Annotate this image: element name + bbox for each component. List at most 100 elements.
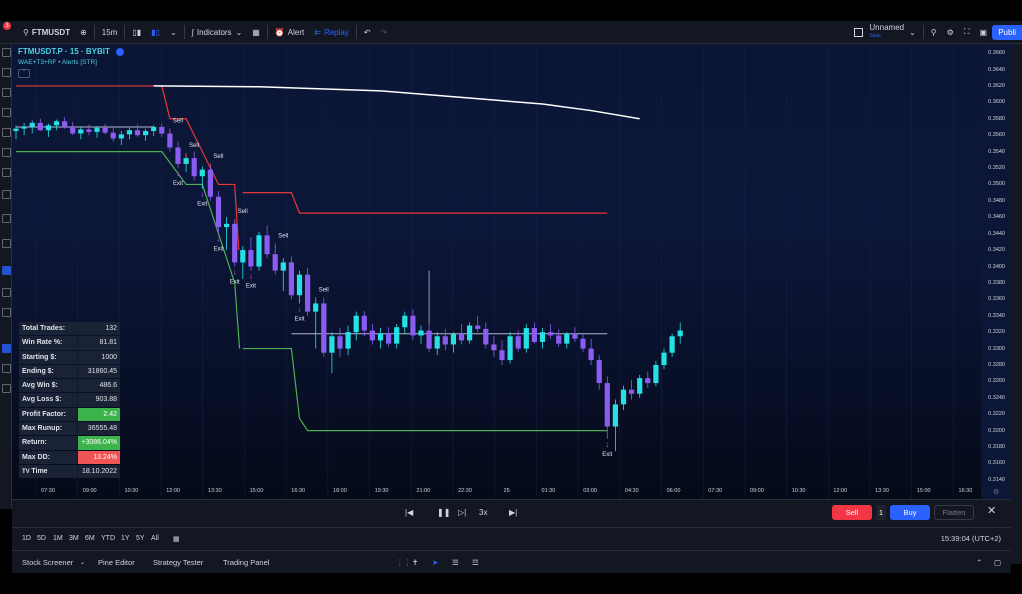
time-axis[interactable]: 07:30 09:00 10:30 12:00 13:30 15:00 16:30 18:00…	[12, 486, 981, 498]
fullscreen-button[interactable]: ⛶	[959, 21, 975, 43]
interval-button[interactable]: 15m	[97, 21, 123, 43]
price-axis[interactable]: 0.3660 0.3640 0.3620 0.3600 0.3580 0.3560 0.35…	[981, 44, 1011, 499]
maximize-icon[interactable]: ▢	[994, 558, 1001, 567]
settings-button[interactable]: ⚙	[942, 21, 959, 43]
candle-body	[572, 333, 578, 339]
range-6m[interactable]: 6M	[85, 535, 95, 542]
crosshair-icon[interactable]: ✝	[412, 558, 418, 567]
bar-style-button[interactable]: ▯▮	[127, 21, 146, 43]
quick-search-button[interactable]: ⚲	[926, 21, 942, 43]
range-5y[interactable]: 5Y	[136, 535, 145, 542]
publish-button[interactable]: Publi	[992, 25, 1022, 40]
stats-row: TV Time 18.10.2022	[19, 464, 120, 479]
ruler-icon[interactable]	[2, 214, 11, 223]
symbol-label: FTMUSDT	[31, 27, 71, 37]
text-icon[interactable]	[2, 128, 11, 137]
stats-row: Max DD: 13.24%	[19, 450, 120, 464]
candle-body	[118, 134, 124, 139]
stats-label: Avg Loss $:	[19, 393, 77, 407]
close-replay-icon[interactable]: ✕	[987, 504, 996, 517]
step-forward-icon[interactable]: ▷|	[458, 508, 466, 517]
zoom-in-icon[interactable]	[2, 239, 11, 248]
cursor-icon[interactable]: ➤	[432, 558, 438, 567]
axis-settings-icon[interactable]: ⚙	[993, 488, 999, 496]
range-all[interactable]: All	[151, 535, 159, 542]
symbol-search-button[interactable]: ⚲ FTMUSDT	[18, 21, 75, 43]
jump-to-realtime-icon[interactable]: ▶|	[509, 508, 517, 517]
chevron-up-icon: ˆ	[23, 70, 25, 76]
tab-pine-editor[interactable]: Pine Editor	[98, 558, 135, 567]
layout-name-button[interactable]: Unnamed Save ⌄	[849, 21, 920, 43]
candle-body	[353, 315, 359, 333]
prediction-icon[interactable]	[2, 168, 11, 177]
trash-icon[interactable]	[2, 364, 11, 373]
goto-date-icon[interactable]: ▦	[173, 535, 180, 543]
candle-body	[78, 129, 84, 134]
objects-tree-icon[interactable]	[2, 344, 11, 353]
buy-button[interactable]: Buy	[890, 505, 930, 520]
chart-type-dropdown[interactable]: ⌄	[165, 21, 182, 43]
notification-badge[interactable]: 3	[3, 22, 11, 30]
shapes-icon[interactable]	[2, 190, 11, 199]
range-1m[interactable]: 1M	[53, 535, 63, 542]
alert-button[interactable]: ⏰ Alert	[270, 21, 309, 43]
candle-body	[369, 330, 375, 341]
eye-icon[interactable]	[2, 308, 11, 317]
tab-stock-screener[interactable]: Stock Screener	[22, 558, 73, 567]
lock-icon[interactable]	[2, 288, 11, 297]
crosshair-icon[interactable]	[2, 48, 11, 57]
undo-button[interactable]: ↶	[359, 21, 376, 43]
candle-body	[224, 223, 230, 228]
chart-pane[interactable]: Sell ↓ Sell ↓ Sell ↓ Sell ↓ Sell ↓ Sell ↓ ↓ Exit ↓ Exit…	[12, 44, 981, 499]
range-1y[interactable]: 1Y	[121, 535, 130, 542]
compare-symbol-button[interactable]: ⊕	[75, 21, 92, 43]
price-tick: 0.3440	[988, 230, 1005, 237]
tab-strategy-tester[interactable]: Strategy Tester	[153, 558, 203, 567]
chevron-up-icon[interactable]: ⌃	[976, 558, 982, 567]
drag-handle-icon[interactable]: ⋮⋮	[396, 558, 411, 567]
legend-indicator[interactable]: WAE+T3+RF • Alerts [STR]	[18, 59, 124, 66]
replay-button[interactable]: ⇇ Replay	[309, 21, 354, 43]
replay-speed[interactable]: 3x	[479, 508, 487, 517]
redo-button[interactable]: ↷	[376, 21, 393, 43]
price-chart[interactable]: Sell↓Sell↓ Sell↓Sell↓Sell↓Sell↓↓Exit↓Exit…	[12, 44, 981, 499]
time-tick: 15:00	[916, 488, 931, 494]
fib-icon[interactable]	[2, 88, 11, 97]
layouts-button[interactable]: ▦	[247, 21, 265, 43]
candle-body	[426, 330, 432, 349]
legend-symbol[interactable]: FTMUSDT.P · 15 · BYBIT	[18, 47, 110, 56]
pause-icon[interactable]: ❚❚	[437, 508, 450, 517]
stats-value: +3086.04%	[78, 436, 120, 450]
star-icon[interactable]	[2, 384, 11, 393]
order-quantity[interactable]: 1	[876, 505, 886, 520]
candle-body	[556, 335, 562, 344]
range-3m[interactable]: 3M	[69, 535, 79, 542]
candle-body	[620, 389, 627, 405]
list-icon[interactable]: ☰	[452, 558, 459, 567]
indicators-button[interactable]: ∫ Indicators ⌄	[187, 21, 248, 43]
snapshot-button[interactable]: ▣	[974, 21, 992, 43]
tradingview-logo-icon: TV	[22, 468, 32, 475]
range-1d[interactable]: 1D	[22, 535, 31, 542]
jump-to-start-icon[interactable]: |◀	[405, 508, 413, 517]
divider	[355, 25, 357, 39]
sell-button[interactable]: Sell	[832, 505, 872, 520]
brush-icon[interactable]	[2, 108, 11, 117]
chevron-down-icon[interactable]: ⌄	[80, 559, 85, 566]
bar-replay-style-button[interactable]: ▮▯	[146, 21, 165, 43]
pattern-icon[interactable]	[2, 148, 11, 157]
exit-signal-label: Exit	[197, 202, 207, 208]
stats-label: Ending $:	[19, 364, 77, 379]
trend-line-icon[interactable]	[2, 68, 11, 77]
range-5d[interactable]: 5D	[37, 535, 46, 542]
candle-body	[13, 128, 19, 132]
flatten-button[interactable]: Flatten	[934, 505, 974, 520]
range-ytd[interactable]: YTD	[101, 535, 115, 542]
clock-timezone[interactable]: 15:39:04 (UTC+2)	[941, 534, 1001, 543]
magnet-icon[interactable]	[2, 266, 11, 275]
time-tick: 21:00	[416, 488, 431, 494]
sliders-icon[interactable]: ☲	[472, 558, 479, 567]
tab-trading-panel[interactable]: Trading Panel	[223, 558, 269, 567]
legend-collapse-button[interactable]: ˆ	[18, 69, 30, 78]
stats-value: 1000	[78, 350, 120, 364]
